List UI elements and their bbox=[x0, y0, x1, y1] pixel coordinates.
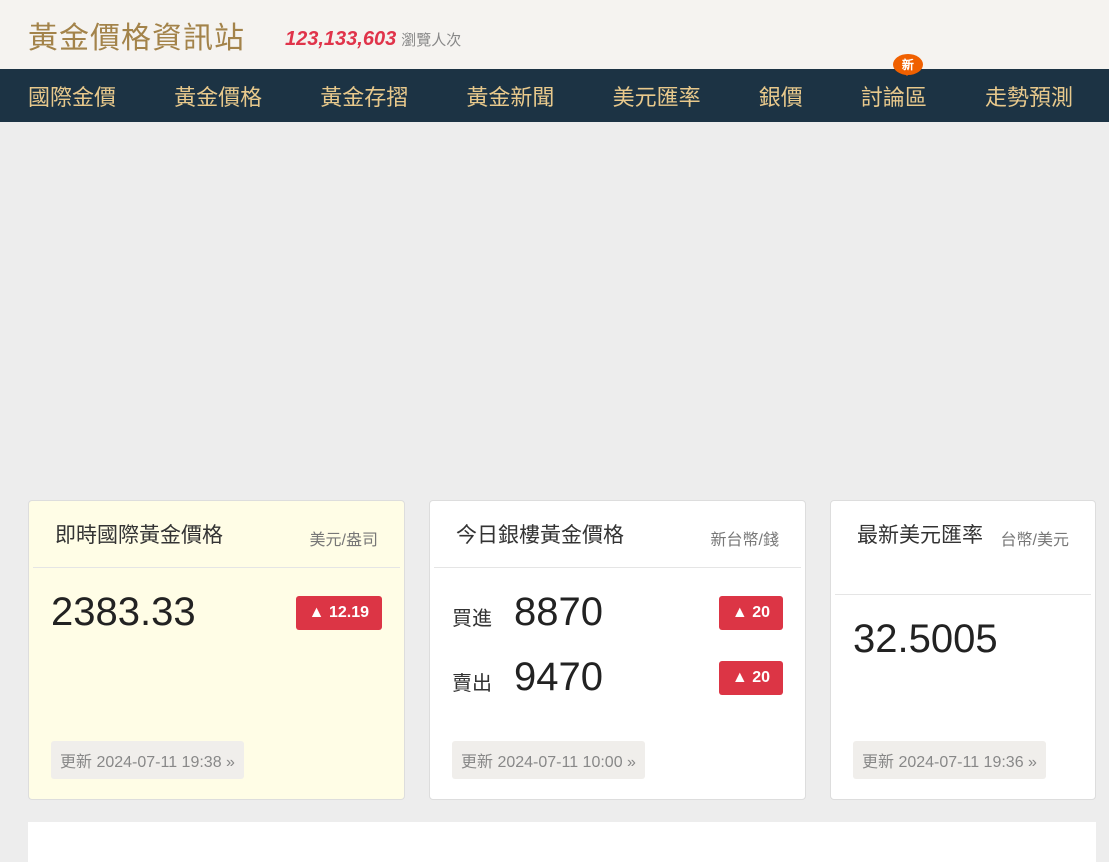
updated-link[interactable]: 更新 2024-07-11 10:00 » bbox=[452, 741, 645, 779]
usd-rate: 32.5005 bbox=[853, 617, 998, 661]
nav-gold-price[interactable]: 黃金價格 bbox=[174, 80, 262, 112]
card-title: 最新美元匯率 bbox=[857, 524, 983, 547]
nav-forecast[interactable]: 走勢預測 bbox=[985, 80, 1073, 112]
visitor-counter: 123,133,603 瀏覽人次 bbox=[285, 28, 461, 51]
intl-gold-price: 2383.33 bbox=[51, 590, 196, 634]
usd-rate-card: 最新美元匯率 台幣/美元 32.5005 更新 2024-07-11 19:36 … bbox=[830, 500, 1096, 800]
buy-price: 8870 bbox=[514, 590, 603, 634]
intl-gold-card: 即時國際黃金價格 美元/盎司 2383.33 ▲ 12.19 更新 2024-07-… bbox=[28, 500, 405, 800]
card-unit: 美元/盎司 bbox=[309, 532, 378, 549]
buy-change-badge: ▲ 20 bbox=[718, 595, 783, 630]
bank-gold-card: 今日銀樓黃金價格 新台幣/錢 買進 8870 ▲ 20 賣出 9470 ▲ 20 更新 2… bbox=[429, 500, 806, 800]
sell-label: 賣出 bbox=[452, 673, 492, 695]
card-unit: 新台幣/錢 bbox=[710, 532, 779, 549]
nav-forum-label: 討論區 bbox=[860, 84, 927, 110]
visitor-count: 123,133,603 bbox=[285, 28, 397, 50]
main-nav: 國際金價 黃金價格 黃金存摺 黃金新聞 美元匯率 銀價 討論區 新 走勢預測 bbox=[0, 53, 1109, 122]
updated-link[interactable]: 更新 2024-07-11 19:38 » bbox=[51, 741, 244, 779]
site-logo[interactable]: 黃金價格資訊站 bbox=[28, 13, 245, 57]
sell-price: 9470 bbox=[514, 655, 603, 699]
nav-gold-news[interactable]: 黃金新聞 bbox=[466, 80, 554, 112]
change-badge: ▲ 12.19 bbox=[295, 595, 382, 630]
site-header: 黃金價格資訊站 123,133,603 瀏覽人次 bbox=[0, 0, 1109, 69]
nav-gold-passbook[interactable]: 黃金存摺 bbox=[320, 80, 408, 112]
new-badge: 新 bbox=[892, 53, 923, 76]
updated-link[interactable]: 更新 2024-07-11 19:36 » bbox=[853, 741, 1046, 779]
buy-label: 買進 bbox=[452, 608, 492, 630]
nav-forum[interactable]: 討論區 新 bbox=[860, 53, 927, 112]
sell-change-badge: ▲ 20 bbox=[718, 660, 783, 695]
card-title: 今日銀樓黃金價格 bbox=[456, 524, 624, 547]
content-panel bbox=[28, 822, 1096, 862]
visitor-count-label: 瀏覽人次 bbox=[401, 32, 462, 49]
nav-intl-gold[interactable]: 國際金價 bbox=[28, 80, 116, 112]
card-unit: 台幣/美元 bbox=[1000, 532, 1069, 549]
nav-usd-rate[interactable]: 美元匯率 bbox=[613, 80, 701, 112]
nav-silver[interactable]: 銀價 bbox=[759, 80, 803, 112]
card-title: 即時國際黃金價格 bbox=[55, 524, 223, 547]
